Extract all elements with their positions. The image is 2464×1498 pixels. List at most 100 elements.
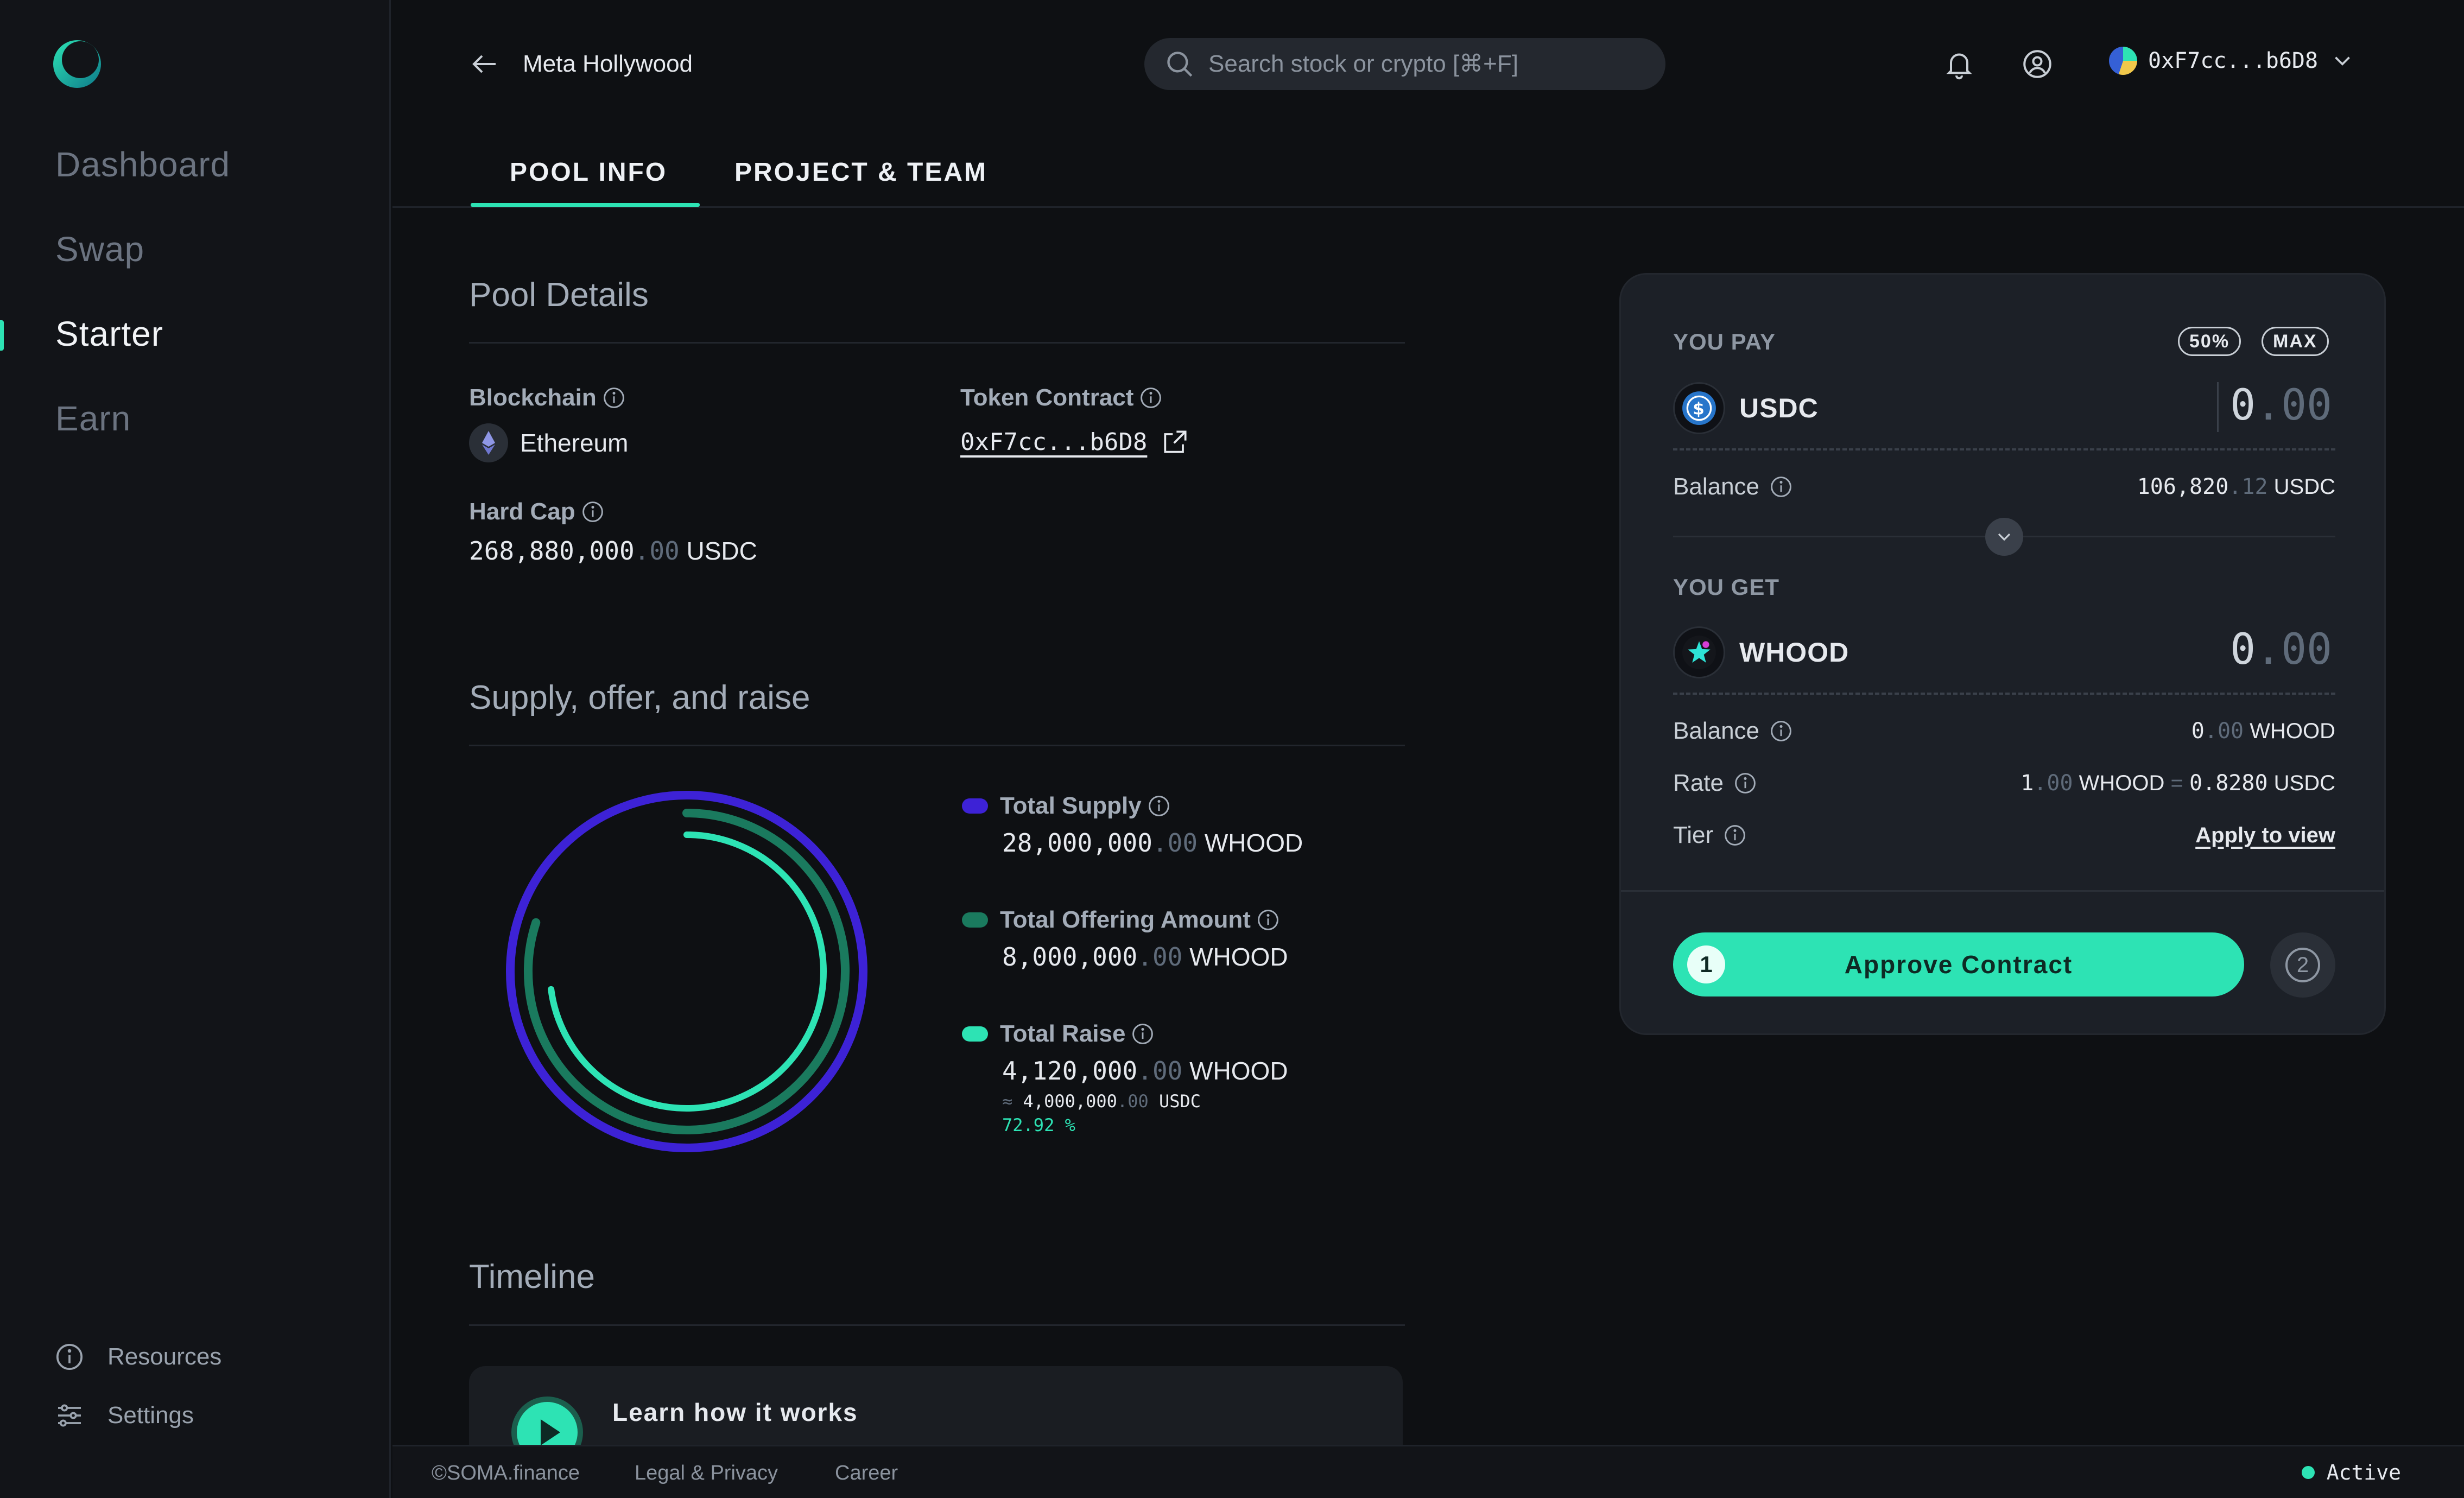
- page-title: Meta Hollywood: [523, 50, 693, 77]
- info-icon[interactable]: [1139, 386, 1163, 410]
- input-caret: [2217, 382, 2219, 432]
- apply-to-view-link[interactable]: Apply to view: [2195, 823, 2335, 848]
- total-raise-percent: 72.92 %: [1002, 1115, 1075, 1135]
- info-icon[interactable]: [1147, 794, 1171, 818]
- rate-label: Rate: [1673, 770, 1724, 796]
- active-tab-underline: [471, 203, 700, 207]
- supply-title: Supply, offer, and raise: [469, 679, 810, 716]
- info-icon[interactable]: [1256, 908, 1280, 932]
- sidebar-item-swap[interactable]: Swap: [55, 229, 144, 269]
- legend-total-offering: Total Offering Amount 8,000,000.00 WHOOD: [962, 906, 1288, 972]
- info-icon[interactable]: [1131, 1022, 1155, 1046]
- total-raise-value: 4,120,000.00 WHOOD: [1002, 1056, 1288, 1086]
- total-offering-label: Total Offering Amount: [1000, 906, 1251, 933]
- sidebar-item-settings[interactable]: Settings: [54, 1400, 194, 1431]
- legend-swatch-raise: [962, 1026, 988, 1042]
- back-button[interactable]: Meta Hollywood: [468, 48, 693, 80]
- get-balance-row: Balance 0.00 WHOOD: [1673, 718, 2335, 745]
- total-supply-value: 28,000,000.00 WHOOD: [1002, 828, 1303, 858]
- whood-icon: [1673, 626, 1725, 678]
- swap-direction-button[interactable]: [1985, 518, 2023, 556]
- hard-cap-label: Hard Cap: [469, 498, 575, 525]
- tier-row: Tier Apply to view: [1673, 822, 2335, 849]
- divider: [1673, 448, 2335, 450]
- resources-label: Resources: [107, 1343, 222, 1370]
- pay-balance-row: Balance 106,820.12 USDC: [1673, 473, 2335, 500]
- info-icon[interactable]: [1723, 823, 1747, 847]
- get-balance-label: Balance: [1673, 718, 1760, 744]
- bell-icon[interactable]: [1943, 48, 1975, 80]
- legend-swatch-offering: [962, 912, 988, 928]
- get-token-symbol: WHOOD: [1739, 637, 1849, 668]
- info-icon[interactable]: [1769, 719, 1793, 743]
- usdc-icon: $: [1673, 382, 1725, 434]
- pay-amount-input[interactable]: 0.00: [2230, 381, 2332, 430]
- approve-contract-button[interactable]: Approve Contract: [1673, 932, 2244, 996]
- step-one-indicator: 1: [1687, 945, 1725, 983]
- legal-privacy-link[interactable]: Legal & Privacy: [635, 1462, 778, 1485]
- ring-total-offering: [524, 809, 850, 1134]
- hard-cap-field: Hard Cap 268,880,000.00 USDC: [469, 498, 757, 566]
- info-icon[interactable]: [581, 500, 605, 524]
- sidebar-item-dashboard[interactable]: Dashboard: [55, 144, 230, 185]
- sidebar-item-starter[interactable]: Starter: [55, 314, 163, 354]
- get-amount-display: 0.00: [2230, 625, 2332, 674]
- search-icon: [1167, 52, 1193, 77]
- get-token-selector[interactable]: WHOOD: [1673, 626, 1849, 678]
- total-supply-label: Total Supply: [1000, 792, 1142, 819]
- hard-cap-value: 268,880,000.00 USDC: [469, 536, 757, 566]
- external-link-icon[interactable]: [1160, 427, 1190, 457]
- user-icon[interactable]: [2021, 48, 2054, 80]
- search-bar[interactable]: [1144, 38, 1665, 90]
- copyright-text: ©SOMA.finance: [432, 1462, 580, 1484]
- token-contract-link[interactable]: 0xF7cc...b6D8: [960, 428, 1147, 456]
- get-balance-value: 0.00 WHOOD: [2191, 719, 2335, 744]
- swap-panel: YOU PAY 50% MAX $ USDC 0.00 Balance 106,…: [1619, 273, 2386, 1035]
- settings-label: Settings: [107, 1402, 194, 1429]
- divider: [469, 342, 1405, 344]
- ring-total-raise: [548, 831, 827, 1112]
- ethereum-icon: [469, 423, 508, 462]
- info-icon[interactable]: [1733, 771, 1757, 795]
- blockchain-value: Ethereum: [520, 429, 629, 457]
- active-nav-indicator: [0, 320, 4, 351]
- tab-bar: POOL INFO PROJECT & TEAM: [392, 130, 2464, 208]
- status-dot: [2301, 1466, 2315, 1479]
- status-badge: Active: [2301, 1461, 2401, 1484]
- step-two-indicator: 2: [2270, 932, 2335, 998]
- career-link[interactable]: Career: [835, 1462, 898, 1485]
- search-input[interactable]: [1208, 50, 1643, 78]
- rate-value: 1.00 WHOOD = 0.8280 USDC: [2020, 771, 2335, 796]
- top-header: Meta Hollywood 0xF7cc...b6D8: [392, 0, 2464, 130]
- chevron-down-icon: [2335, 56, 2350, 66]
- footer: ©SOMA.finance Legal & Privacy Career Act…: [392, 1445, 2464, 1498]
- arrow-left-icon: [472, 55, 496, 73]
- learn-title: Learn how it works: [612, 1398, 858, 1426]
- soma-logo-icon[interactable]: [50, 36, 104, 90]
- info-icon[interactable]: [1769, 475, 1793, 499]
- sidebar-item-resources[interactable]: Resources: [54, 1342, 221, 1372]
- wallet-button[interactable]: 0xF7cc...b6D8: [2109, 47, 2356, 75]
- rate-row: Rate 1.00 WHOOD = 0.8280 USDC: [1673, 770, 2335, 797]
- you-get-label: YOU GET: [1673, 574, 1780, 600]
- divider: [469, 1324, 1405, 1326]
- legend-total-raise: Total Raise 4,120,000.00 WHOOD ≈ 4,000,0…: [962, 1020, 1288, 1135]
- wallet-address: 0xF7cc...b6D8: [2148, 48, 2319, 73]
- pool-details-title: Pool Details: [469, 276, 649, 314]
- legend-total-supply: Total Supply 28,000,000.00 WHOOD: [962, 792, 1303, 858]
- divider: [469, 745, 1405, 746]
- donut-rings: [506, 791, 867, 1152]
- chevron-down-icon: [1998, 533, 2011, 541]
- tab-project-team[interactable]: PROJECT & TEAM: [734, 157, 987, 187]
- info-icon[interactable]: [602, 386, 626, 410]
- svg-text:$: $: [1693, 399, 1706, 418]
- max-button[interactable]: MAX: [2262, 327, 2329, 356]
- sidebar-item-earn[interactable]: Earn: [55, 398, 131, 439]
- fifty-percent-button[interactable]: 50%: [2178, 327, 2241, 356]
- pay-balance-value: 106,820.12 USDC: [2137, 474, 2335, 499]
- token-contract-label: Token Contract: [960, 384, 1134, 411]
- divider: [1621, 890, 2384, 892]
- tab-pool-info[interactable]: POOL INFO: [510, 157, 667, 187]
- pay-token-selector[interactable]: $ USDC: [1673, 382, 1819, 434]
- blockchain-field: Blockchain Ethereum: [469, 384, 628, 462]
